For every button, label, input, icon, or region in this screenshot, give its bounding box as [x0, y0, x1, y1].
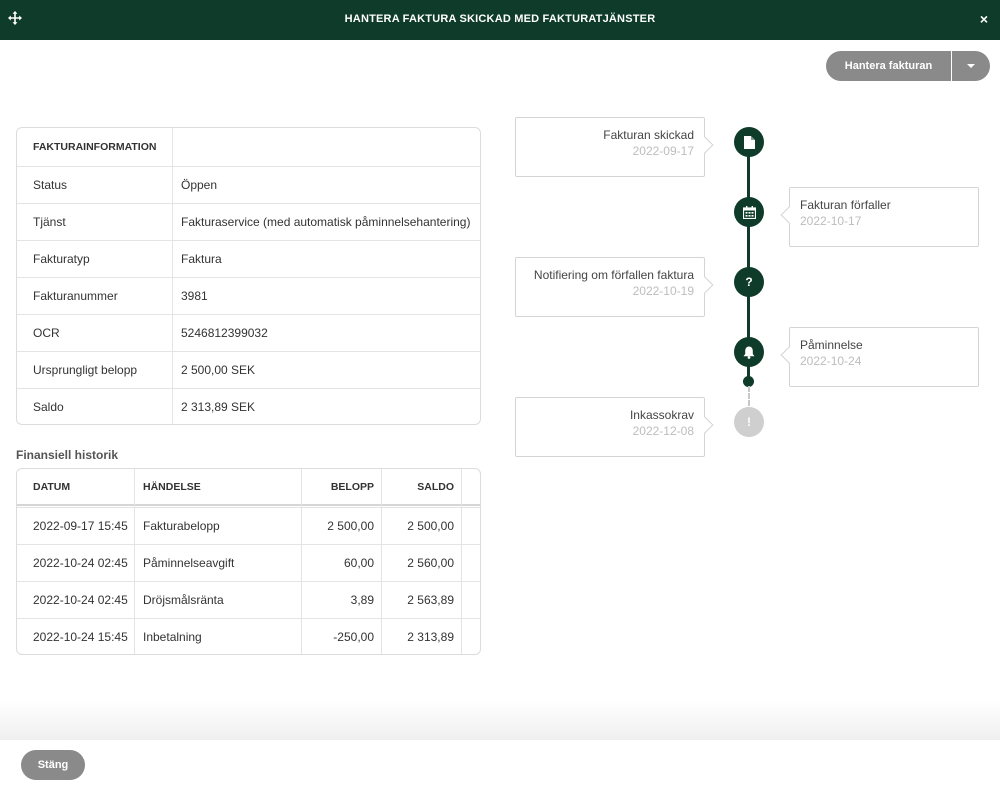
- info-value: 2 500,00 SEK: [181, 363, 256, 377]
- history-balance: 2 500,00: [407, 519, 454, 533]
- calendar-icon: [734, 197, 764, 227]
- history-event: Påminnelseavgift: [143, 556, 235, 570]
- history-amount: 3,89: [350, 593, 374, 607]
- caret-down-icon: [967, 64, 975, 68]
- financial-history-title: Finansiell historik: [16, 448, 119, 462]
- event-date: 2022-10-24: [800, 354, 862, 368]
- info-key: Status: [33, 178, 68, 192]
- close-icon[interactable]: ×: [980, 12, 988, 26]
- column-divider: [461, 469, 462, 654]
- info-key: Fakturanummer: [33, 289, 118, 303]
- table-row: 2022-09-17 15:45 Fakturabelopp 2 500,00 …: [17, 507, 480, 544]
- column-header-date[interactable]: DATUM: [33, 469, 70, 505]
- financial-history-table: DATUM HÄNDELSE BELOPP SALDO 2022-09-17 1…: [16, 468, 481, 655]
- info-key: Saldo: [33, 400, 64, 414]
- event-title: Notifiering om förfallen faktura: [533, 268, 694, 282]
- timeline-pending-line: [748, 386, 750, 406]
- manage-invoice-button[interactable]: Hantera fakturan: [826, 51, 951, 81]
- history-amount: 2 500,00: [327, 519, 374, 533]
- table-row: Fakturatyp Faktura: [17, 240, 480, 277]
- event-title: Fakturan skickad: [603, 128, 694, 142]
- history-date: 2022-10-24 15:45: [33, 630, 128, 644]
- info-key: OCR: [33, 326, 60, 340]
- event-title: Inkassokrav: [629, 408, 694, 422]
- history-date: 2022-09-17 15:45: [33, 519, 128, 533]
- bell-icon: [734, 337, 764, 367]
- dialog-footer: Stäng: [0, 740, 1000, 799]
- info-value: Faktura: [181, 252, 222, 266]
- history-event: Fakturabelopp: [143, 519, 220, 533]
- event-date: 2022-10-17: [800, 214, 862, 228]
- column-divider: [301, 469, 302, 654]
- table-row: 2022-10-24 15:45 Inbetalning -250,00 2 3…: [17, 618, 480, 654]
- event-date: 2022-12-08: [632, 424, 694, 438]
- timeline-event-debt-collection: Inkassokrav 2022-12-08: [515, 397, 705, 457]
- info-value: 3981: [181, 289, 208, 303]
- info-value: 2 313,89 SEK: [181, 400, 256, 414]
- table-row: Status Öppen: [17, 166, 480, 203]
- column-divider: [172, 128, 173, 424]
- document-icon: [734, 127, 764, 157]
- event-date: 2022-10-19: [632, 284, 694, 298]
- question-icon: ?: [734, 267, 764, 297]
- history-balance: 2 560,00: [407, 556, 454, 570]
- invoice-info-table: FAKTURAINFORMATION Status Öppen Tjänst F…: [16, 127, 481, 425]
- close-button[interactable]: Stäng: [21, 750, 85, 780]
- window-titlebar: HANTERA FAKTURA SKICKAD MED FAKTURATJÄNS…: [0, 0, 1000, 40]
- exclamation-icon: !: [734, 407, 764, 437]
- table-row: 2022-10-24 02:45 Dröjsmålsränta 3,89 2 5…: [17, 581, 480, 618]
- timeline-event-overdue-notice: Notifiering om förfallen faktura 2022-10…: [515, 257, 705, 317]
- column-header-event[interactable]: HÄNDELSE: [143, 469, 201, 505]
- history-amount: -250,00: [333, 630, 374, 644]
- manage-invoice-dropdown-toggle[interactable]: [952, 51, 990, 81]
- column-header-balance[interactable]: SALDO: [417, 469, 454, 505]
- history-date: 2022-10-24 02:45: [33, 593, 128, 607]
- timeline-event-invoice-due: Fakturan förfaller 2022-10-17: [789, 187, 979, 247]
- history-date: 2022-10-24 02:45: [33, 556, 128, 570]
- info-value: Öppen: [181, 178, 218, 192]
- history-balance: 2 313,89: [407, 630, 454, 644]
- table-row: OCR 5246812399032: [17, 314, 480, 351]
- table-row: Tjänst Fakturaservice (med automatisk på…: [17, 203, 480, 240]
- timeline-event-invoice-sent: Fakturan skickad 2022-09-17: [515, 117, 705, 177]
- table-header: DATUM HÄNDELSE BELOPP SALDO: [17, 469, 480, 506]
- dialog-title: HANTERA FAKTURA SKICKAD MED FAKTURATJÄNS…: [344, 13, 656, 25]
- column-divider: [381, 469, 382, 654]
- table-row: Fakturanummer 3981: [17, 277, 480, 314]
- column-divider: [134, 469, 135, 654]
- manage-invoice-split-button: Hantera fakturan: [826, 51, 990, 81]
- invoice-info-heading: FAKTURAINFORMATION: [33, 141, 157, 153]
- info-value: 5246812399032: [181, 326, 268, 340]
- table-row: Saldo 2 313,89 SEK: [17, 388, 480, 424]
- info-key: Tjänst: [33, 215, 66, 229]
- history-event: Dröjsmålsränta: [143, 593, 224, 607]
- event-date: 2022-09-17: [632, 144, 694, 158]
- footer-shadow: [0, 700, 1000, 740]
- history-event: Inbetalning: [143, 630, 202, 644]
- timeline-event-reminder: Påminnelse 2022-10-24: [789, 327, 979, 387]
- info-key: Fakturatyp: [33, 252, 90, 266]
- event-title: Fakturan förfaller: [800, 198, 891, 212]
- invoice-info-header: FAKTURAINFORMATION: [17, 128, 480, 166]
- column-header-amount[interactable]: BELOPP: [331, 469, 374, 505]
- history-amount: 60,00: [343, 556, 374, 570]
- event-title: Påminnelse: [800, 338, 863, 352]
- table-row: 2022-10-24 02:45 Påminnelseavgift 60,00 …: [17, 544, 480, 581]
- history-balance: 2 563,89: [407, 593, 454, 607]
- table-row: Ursprungligt belopp 2 500,00 SEK: [17, 351, 480, 388]
- info-value: Fakturaservice (med automatisk påminnels…: [181, 215, 471, 229]
- info-key: Ursprungligt belopp: [33, 363, 138, 377]
